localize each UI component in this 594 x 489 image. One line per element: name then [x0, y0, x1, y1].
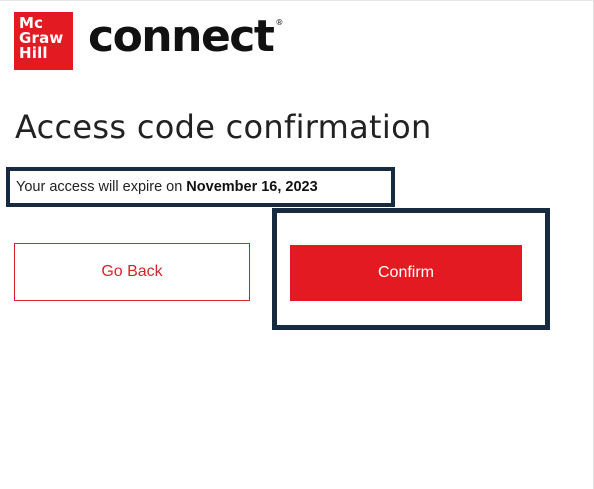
header: Mc Graw Hill connect ® [14, 12, 283, 70]
mcgraw-hill-logo: Mc Graw Hill [14, 12, 73, 70]
confirm-button[interactable]: Confirm [290, 245, 522, 301]
connect-wordmark: connect ® [88, 15, 283, 59]
expiry-message-highlight: Your access will expire on November 16, … [6, 167, 395, 207]
brand-name: connect [88, 11, 275, 62]
expiry-date: November 16, 2023 [186, 179, 318, 195]
registered-mark: ® [275, 18, 284, 27]
logo-line-3: Hill [19, 44, 48, 62]
expiry-prefix: Your access will expire on [16, 179, 183, 195]
page-title: Access code confirmation [15, 108, 432, 146]
go-back-button[interactable]: Go Back [14, 243, 250, 301]
